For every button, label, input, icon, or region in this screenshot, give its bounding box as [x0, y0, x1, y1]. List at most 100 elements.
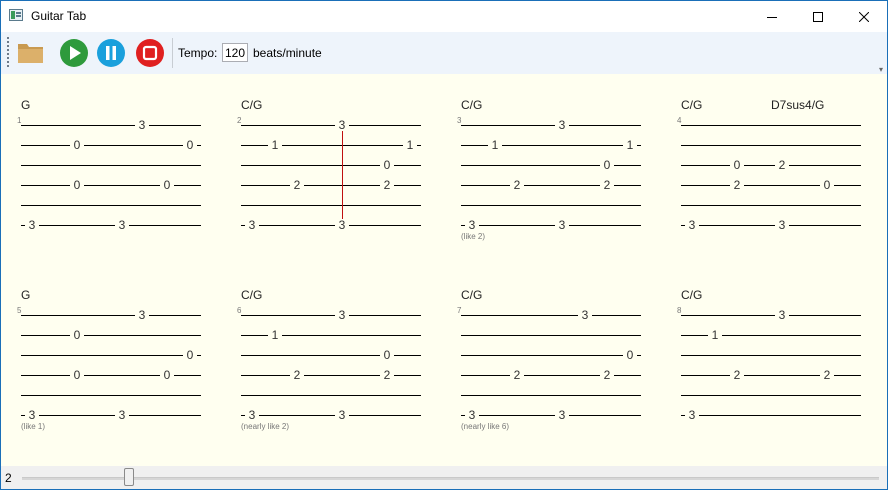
app-window: Guitar Tab Tempo: 120 beats/minute ▾ G 1… — [0, 0, 888, 490]
fret-note[interactable]: 0 — [70, 179, 84, 191]
fret-note[interactable]: 0 — [380, 349, 394, 361]
fret-note[interactable]: 2 — [510, 179, 524, 191]
fret-note[interactable]: 2 — [600, 369, 614, 381]
fret-note[interactable]: 3 — [335, 309, 349, 321]
fret-note[interactable]: 2 — [730, 369, 744, 381]
measure-7[interactable]: C/G 7 3 0 2 2 3 3 (nearly like 6) — [457, 288, 641, 433]
fret-note[interactable]: 2 — [380, 179, 394, 191]
tempo-unit-label: beats/minute — [253, 46, 322, 60]
window-title: Guitar Tab — [31, 9, 87, 23]
fret-note[interactable]: 3 — [115, 409, 129, 421]
fret-note[interactable]: 3 — [685, 409, 699, 421]
toolbar-overflow-button[interactable]: ▾ — [879, 65, 883, 74]
fret-note[interactable]: 2 — [730, 179, 744, 191]
measure-4[interactable]: C/G D7sus4/G 4 0 2 2 0 3 3 — [677, 98, 861, 243]
close-icon — [859, 11, 869, 22]
fret-note[interactable]: 0 — [160, 179, 174, 191]
pause-button[interactable] — [95, 37, 127, 69]
measure-8[interactable]: C/G 8 3 1 2 2 3 — [677, 288, 861, 433]
fret-note[interactable]: 0 — [600, 159, 614, 171]
pause-icon — [97, 39, 125, 67]
tab-staff — [241, 315, 421, 416]
toolbar-grip[interactable] — [7, 37, 9, 67]
tempo-label: Tempo: — [178, 46, 218, 60]
measure-3[interactable]: C/G 3 3 1 1 0 2 2 3 3 (like 2) — [457, 98, 641, 243]
fret-note[interactable]: 3 — [25, 409, 39, 421]
fret-note[interactable]: 3 — [135, 309, 149, 321]
minimize-button[interactable] — [749, 1, 795, 32]
fret-note[interactable]: 0 — [820, 179, 834, 191]
measure-position-readout: 2 — [5, 471, 12, 485]
measure-2[interactable]: C/G 2 3 1 1 0 2 2 3 3 — [237, 98, 421, 243]
play-icon — [60, 39, 88, 67]
fret-note[interactable]: 0 — [730, 159, 744, 171]
toolbar-separator — [172, 38, 173, 68]
fret-note[interactable]: 0 — [70, 139, 84, 151]
fret-note[interactable]: 0 — [160, 369, 174, 381]
tab-staff — [21, 315, 201, 416]
measure-annotation: (like 2) — [461, 232, 486, 241]
close-button[interactable] — [841, 1, 887, 32]
fret-note[interactable]: 3 — [335, 219, 349, 231]
fret-note[interactable]: 3 — [115, 219, 129, 231]
fret-note[interactable]: 3 — [465, 409, 479, 421]
fret-note[interactable]: 2 — [600, 179, 614, 191]
tab-staff — [21, 125, 201, 226]
measure-annotation: (like 1) — [21, 422, 46, 431]
fret-note[interactable]: 0 — [70, 329, 84, 341]
fret-note[interactable]: 3 — [335, 119, 349, 131]
position-slider[interactable] — [22, 477, 879, 480]
fret-note[interactable]: 3 — [465, 219, 479, 231]
fret-note[interactable]: 2 — [775, 159, 789, 171]
fret-note[interactable]: 3 — [555, 219, 569, 231]
fret-note[interactable]: 2 — [380, 369, 394, 381]
stop-icon — [136, 39, 164, 67]
fret-note[interactable]: 3 — [245, 409, 259, 421]
fret-note[interactable]: 3 — [555, 409, 569, 421]
measure-1[interactable]: G13000033 — [17, 98, 201, 243]
fret-note[interactable]: 3 — [245, 219, 259, 231]
fret-note[interactable]: 3 — [685, 219, 699, 231]
position-slider-thumb[interactable] — [124, 468, 134, 486]
tab-staff — [461, 315, 641, 416]
toolbar: Tempo: beats/minute ▾ — [1, 32, 887, 74]
stop-button[interactable] — [134, 37, 166, 69]
fret-note[interactable]: 1 — [488, 139, 502, 151]
measure-annotation: (nearly like 2) — [241, 422, 290, 431]
open-file-button[interactable] — [15, 37, 47, 69]
fret-note[interactable]: 2 — [290, 179, 304, 191]
fret-note[interactable]: 1 — [403, 139, 417, 151]
fret-note[interactable]: 3 — [775, 219, 789, 231]
tab-staff — [241, 125, 421, 226]
fret-note[interactable]: 0 — [183, 349, 197, 361]
folder-icon — [18, 44, 43, 63]
fret-note[interactable]: 3 — [135, 119, 149, 131]
fret-note[interactable]: 2 — [290, 369, 304, 381]
measure-annotation: (nearly like 6) — [461, 422, 510, 431]
measure-5[interactable]: G 5 3 0 0 0 0 3 3 (like 1) — [17, 288, 201, 433]
fret-note[interactable]: 1 — [623, 139, 637, 151]
minimize-icon — [767, 16, 777, 18]
fret-note[interactable]: 0 — [623, 349, 637, 361]
tab-staff — [461, 125, 641, 226]
fret-note[interactable]: 2 — [510, 369, 524, 381]
maximize-button[interactable] — [795, 1, 841, 32]
playback-cursor — [342, 125, 343, 225]
fret-note[interactable]: 1 — [268, 329, 282, 341]
fret-note[interactable]: 1 — [268, 139, 282, 151]
play-button[interactable] — [58, 37, 90, 69]
fret-note[interactable]: 3 — [578, 309, 592, 321]
fret-note[interactable]: 2 — [820, 369, 834, 381]
tab-display[interactable]: G 1 3 0 0 0 0 3 3 C/G 2 3 1 1 0 2 2 3 3 C/G 3 3 1 1 0 2 2 3 3 (like 2… — [1, 74, 887, 466]
fret-note[interactable]: 0 — [183, 139, 197, 151]
tempo-input[interactable] — [222, 43, 248, 62]
fret-note[interactable]: 1 — [708, 329, 722, 341]
fret-note[interactable]: 3 — [555, 119, 569, 131]
measure-6[interactable]: C/G 6 3 1 0 2 2 3 3 (nearly like 2) — [237, 288, 421, 433]
fret-note[interactable]: 0 — [70, 369, 84, 381]
fret-note[interactable]: 0 — [380, 159, 394, 171]
maximize-icon — [813, 11, 823, 22]
fret-note[interactable]: 3 — [775, 309, 789, 321]
fret-note[interactable]: 3 — [335, 409, 349, 421]
fret-note[interactable]: 3 — [25, 219, 39, 231]
